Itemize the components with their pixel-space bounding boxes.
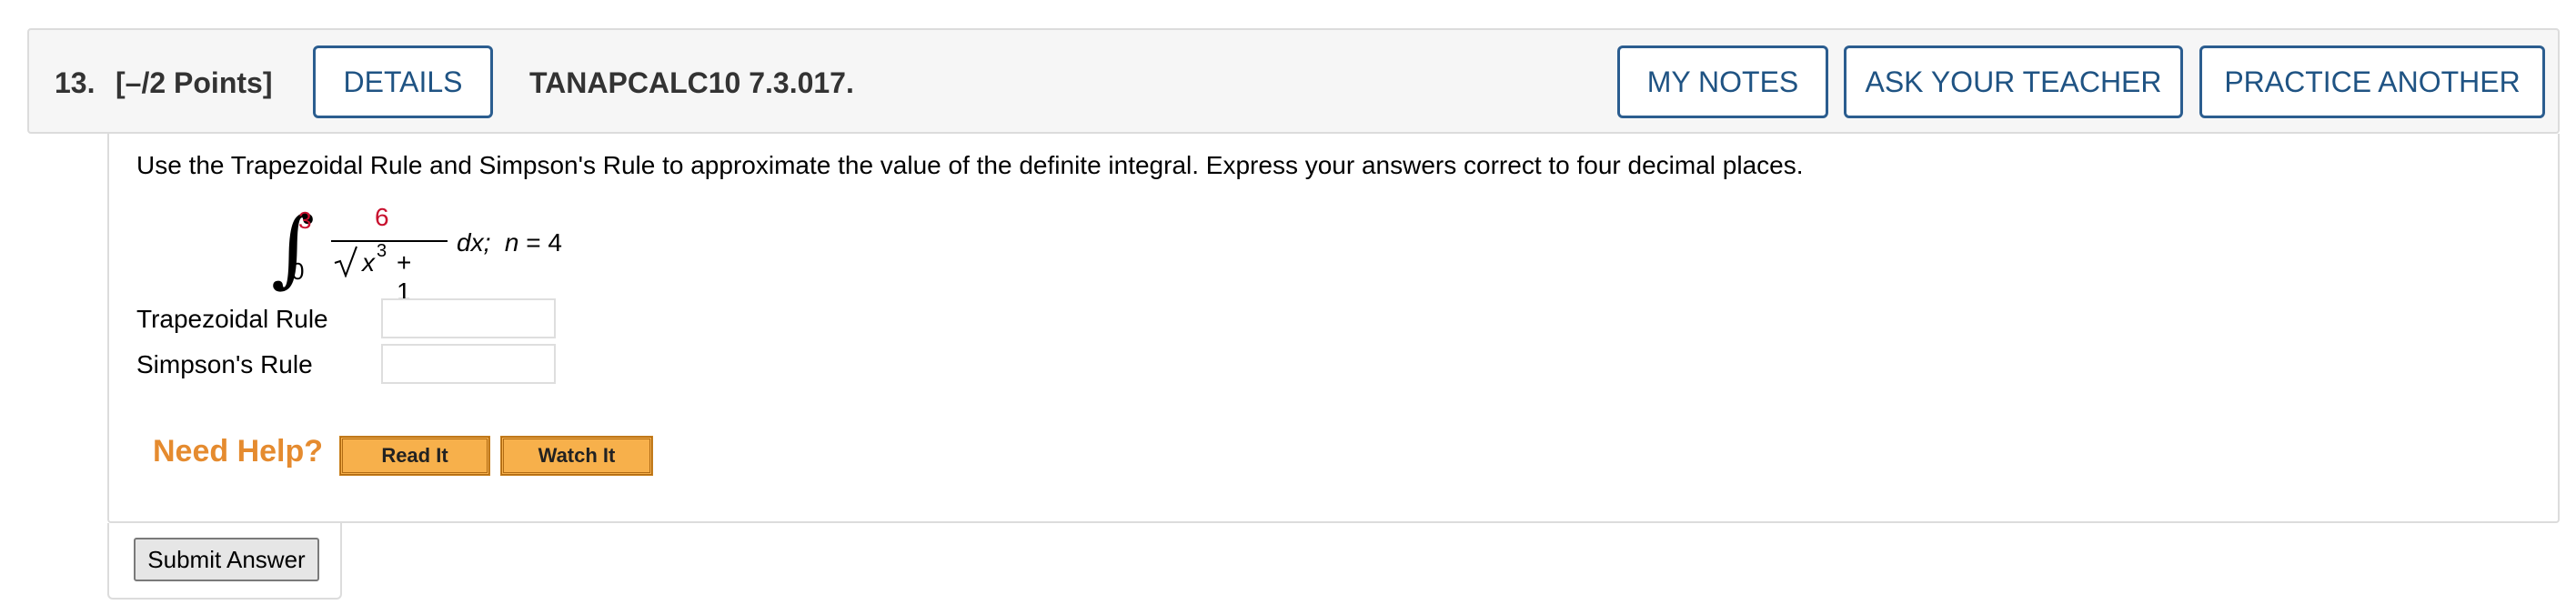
- differential: dx;: [457, 228, 491, 257]
- simpsons-rule-input[interactable]: [381, 344, 556, 384]
- denominator-variable: x: [362, 248, 375, 277]
- question-id: TANAPCALC10 7.3.017.: [529, 66, 854, 99]
- n-value: = 4: [518, 228, 562, 257]
- submit-answer-button[interactable]: Submit Answer: [134, 538, 319, 581]
- fraction-numerator: 6: [375, 203, 389, 231]
- n-variable: n: [504, 228, 519, 257]
- submit-tab: Submit Answer: [107, 523, 342, 600]
- question-prompt: Use the Trapezoidal Rule and Simpson's R…: [136, 151, 1804, 179]
- practice-another-button[interactable]: PRACTICE ANOTHER: [2199, 45, 2545, 118]
- question-number: 13.: [55, 66, 96, 99]
- details-button[interactable]: DETAILS: [313, 45, 493, 118]
- watch-it-button[interactable]: Watch It: [500, 436, 653, 476]
- integral-lower-limit: 0: [291, 257, 305, 285]
- simpsons-rule-label: Simpson's Rule: [136, 350, 313, 378]
- question-body: Use the Trapezoidal Rule and Simpson's R…: [107, 134, 2560, 523]
- ask-your-teacher-button[interactable]: ASK YOUR TEACHER: [1844, 45, 2183, 118]
- read-it-button[interactable]: Read It: [339, 436, 490, 476]
- fraction-bar: [331, 240, 448, 242]
- integral-upper-limit: 3: [298, 207, 312, 234]
- need-help-label: Need Help?: [153, 434, 324, 469]
- my-notes-button[interactable]: MY NOTES: [1617, 45, 1828, 118]
- trapezoidal-rule-input[interactable]: [381, 298, 556, 338]
- question-points: [–/2 Points]: [116, 66, 273, 99]
- question-page: 13. [–/2 Points] DETAILS TANAPCALC10 7.3…: [0, 0, 2576, 615]
- denominator-exponent: 3: [377, 241, 387, 261]
- differential-and-n: dx; n = 4: [457, 228, 562, 257]
- trapezoidal-rule-label: Trapezoidal Rule: [136, 305, 328, 333]
- question-header: 13. [–/2 Points] DETAILS TANAPCALC10 7.3…: [27, 28, 2560, 134]
- square-root-symbol: [334, 246, 357, 277]
